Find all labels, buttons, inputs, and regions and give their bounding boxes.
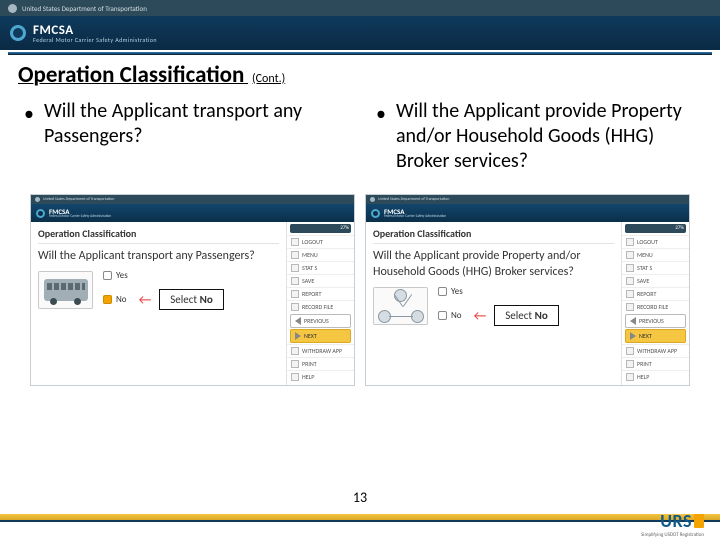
callout-select-no: Select No: [159, 289, 224, 310]
radio-yes[interactable]: Yes: [438, 286, 559, 297]
seal-icon: [8, 4, 17, 13]
heading-main: Operation Classification: [18, 61, 244, 89]
arrow-icon: ←: [474, 309, 487, 323]
side-save[interactable]: SAVE: [622, 274, 689, 287]
side-next[interactable]: NEXT: [290, 329, 351, 343]
mini-usdot-label: United States Department of Transportati…: [43, 197, 114, 202]
seal-icon: [370, 197, 375, 202]
fmcsa-sub: Federal Motor Carrier Safety Administrat…: [33, 37, 157, 43]
usdot-label: United States Department of Transportati…: [22, 4, 147, 13]
side-print[interactable]: PRINT: [622, 357, 689, 370]
mini-brand-sub: Federal Motor Carrier Safety Administrat…: [49, 215, 111, 219]
radio-yes[interactable]: Yes: [103, 270, 224, 281]
side-save[interactable]: SAVE: [287, 274, 354, 287]
sidebar: 27% LOGOUT MENU STAT S SAVE REPORT RECOR…: [621, 222, 689, 385]
fmcsa-logo-icon: [36, 209, 45, 218]
urs-tagline: Simplifying USDOT Registration: [641, 532, 704, 538]
mini-brand-sub: Federal Motor Carrier Safety Administrat…: [384, 215, 446, 219]
callout-select-no: Select No: [494, 305, 559, 326]
radio-no-label: No: [451, 310, 462, 321]
urs-name: URS: [660, 510, 692, 532]
seal-icon: [35, 197, 40, 202]
radio-yes-label: Yes: [451, 286, 463, 297]
fmcsa-title: FMCSA: [33, 24, 157, 37]
side-stats[interactable]: STAT S: [622, 261, 689, 274]
section-title: Operation Classification: [38, 227, 279, 244]
bullet-icon: •: [376, 102, 386, 174]
question-right: Will the Applicant provide Property and/…: [373, 248, 614, 280]
fmcsa-logo-icon: [10, 25, 26, 41]
side-previous[interactable]: PREVIOUS: [290, 314, 351, 328]
fmcsa-logo-icon: [371, 209, 380, 218]
slide-title: Operation Classification (Cont.): [18, 61, 702, 89]
side-record-file[interactable]: RECORD FILE: [287, 300, 354, 313]
mini-usdot-label: United States Department of Transportati…: [378, 197, 449, 202]
side-next[interactable]: NEXT: [625, 329, 686, 343]
usdot-strip: United States Department of Transportati…: [0, 0, 720, 16]
screenshot-left: United States Department of Transportati…: [30, 194, 355, 386]
radio-no[interactable]: No ← Select No: [103, 289, 224, 310]
screenshot-right: United States Department of Transportati…: [365, 194, 690, 386]
progress-badge: 27%: [625, 224, 686, 233]
bullet-left: • Will the Applicant transport any Passe…: [18, 99, 350, 174]
side-withdraw[interactable]: WITHDRAW APP: [287, 344, 354, 357]
radio-yes-label: Yes: [116, 270, 128, 281]
sidebar: 27% LOGOUT MENU STAT S SAVE REPORT RECOR…: [286, 222, 354, 385]
side-logout[interactable]: LOGOUT: [287, 235, 354, 248]
side-record-file[interactable]: RECORD FILE: [622, 300, 689, 313]
footer-band: [0, 514, 720, 522]
question-left: Will the Applicant transport any Passeng…: [38, 248, 279, 264]
side-help[interactable]: HELP: [622, 370, 689, 383]
bullet-icon: •: [24, 102, 34, 174]
arrow-icon: ←: [139, 293, 152, 307]
bullet-right: • Will the Applicant provide Property an…: [370, 99, 702, 174]
bullet-left-text: Will the Applicant transport any Passeng…: [44, 99, 350, 174]
network-illustration: [373, 287, 428, 325]
section-title: Operation Classification: [373, 227, 614, 244]
side-print[interactable]: PRINT: [287, 357, 354, 370]
urs-logo: URS Simplifying USDOT Registration: [641, 510, 704, 538]
heading-cont: (Cont.): [252, 72, 285, 86]
side-menu[interactable]: MENU: [622, 248, 689, 261]
side-menu[interactable]: MENU: [287, 248, 354, 261]
page-number: 13: [0, 489, 720, 506]
urs-box-icon: [694, 514, 704, 528]
radio-no-label: No: [116, 294, 127, 305]
progress-badge: 27%: [290, 224, 351, 233]
radio-no[interactable]: No ← Select No: [438, 305, 559, 326]
side-logout[interactable]: LOGOUT: [622, 235, 689, 248]
side-stats[interactable]: STAT S: [287, 261, 354, 274]
side-previous[interactable]: PREVIOUS: [625, 314, 686, 328]
bullet-right-text: Will the Applicant provide Property and/…: [396, 99, 702, 174]
side-help[interactable]: HELP: [287, 370, 354, 383]
side-withdraw[interactable]: WITHDRAW APP: [622, 344, 689, 357]
side-report[interactable]: REPORT: [287, 287, 354, 300]
bus-illustration: [38, 271, 93, 309]
fmcsa-header: FMCSA Federal Motor Carrier Safety Admin…: [0, 16, 720, 50]
side-report[interactable]: REPORT: [622, 287, 689, 300]
